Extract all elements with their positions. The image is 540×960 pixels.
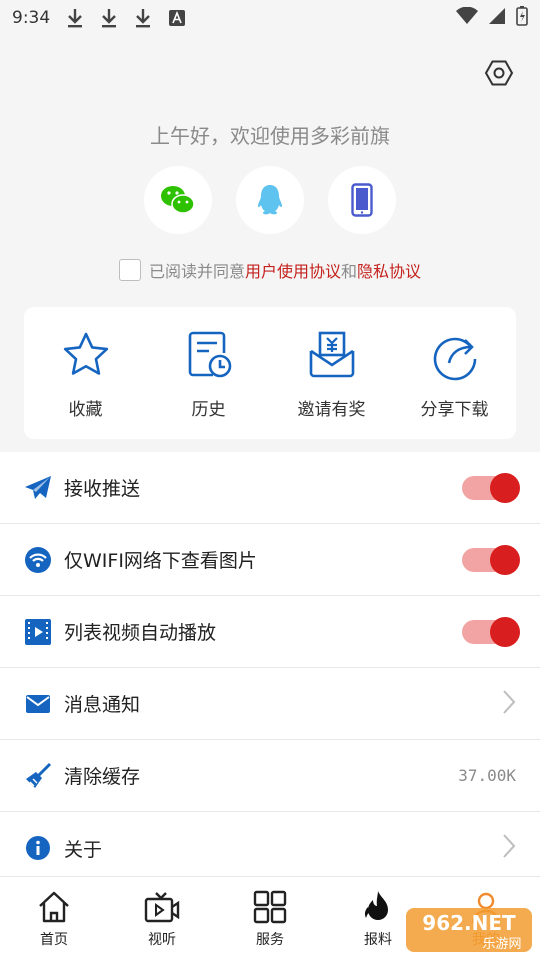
download-icon bbox=[132, 8, 154, 28]
invite-reward-label: 邀请有奖 bbox=[297, 400, 366, 420]
invite-reward-button[interactable]: 邀请有奖 bbox=[270, 307, 393, 439]
history-button[interactable]: 历史 bbox=[147, 307, 270, 439]
share-download-label: 分享下载 bbox=[420, 400, 489, 420]
chevron-right-icon bbox=[502, 689, 516, 719]
wifi-signal-icon bbox=[456, 6, 478, 30]
tab-home-label: 首页 bbox=[40, 932, 68, 948]
receive-push-label: 接收推送 bbox=[64, 478, 141, 500]
clear-cache-label: 清除缓存 bbox=[64, 766, 141, 788]
notifications-row[interactable]: 消息通知 bbox=[0, 668, 540, 740]
tab-home[interactable]: 首页 bbox=[0, 877, 108, 960]
settings-list: 接收推送 仅WIFI网络下查看图片 列表视频自动播放 消息通知 清除缓存 37.… bbox=[0, 452, 540, 884]
home-icon bbox=[39, 891, 69, 923]
autoplay-video-row[interactable]: 列表视频自动播放 bbox=[0, 596, 540, 668]
favorites-label: 收藏 bbox=[68, 400, 103, 420]
user-agreement-link[interactable]: 用户使用协议 bbox=[245, 258, 341, 282]
tab-services-label: 服务 bbox=[256, 932, 284, 948]
grid-icon bbox=[253, 890, 287, 924]
wifi-images-label: 仅WIFI网络下查看图片 bbox=[64, 550, 257, 572]
login-options bbox=[0, 166, 540, 234]
paper-plane-icon bbox=[24, 474, 52, 502]
tab-video-label: 视听 bbox=[148, 932, 176, 948]
receive-push-toggle[interactable] bbox=[462, 472, 520, 503]
phone-login-button[interactable] bbox=[328, 166, 396, 234]
tab-video[interactable]: 视听 bbox=[108, 877, 216, 960]
star-icon bbox=[63, 332, 108, 375]
wechat-icon bbox=[161, 186, 195, 214]
wifi-icon bbox=[24, 546, 52, 574]
agreement-checkbox[interactable] bbox=[118, 259, 141, 281]
watermark-brand: 962.NET bbox=[422, 911, 516, 935]
fire-icon bbox=[364, 891, 388, 920]
agreement-prefix: 已阅读并同意 bbox=[148, 262, 245, 281]
greeting-text: 上午好，欢迎使用多彩前旗 bbox=[150, 124, 390, 148]
receive-push-row[interactable]: 接收推送 bbox=[0, 452, 540, 524]
share-icon bbox=[433, 337, 476, 381]
text-input-notification-icon bbox=[166, 10, 188, 26]
video-icon bbox=[24, 618, 52, 646]
share-download-button[interactable]: 分享下载 bbox=[393, 307, 516, 439]
cache-size-value: 37.00K bbox=[458, 766, 516, 785]
autoplay-video-label: 列表视频自动播放 bbox=[64, 622, 217, 644]
watermark-logo: 962.NET 乐游网 bbox=[404, 904, 534, 956]
wifi-images-row[interactable]: 仅WIFI网络下查看图片 bbox=[0, 524, 540, 596]
clear-cache-row[interactable]: 清除缓存 37.00K bbox=[0, 740, 540, 812]
notifications-label: 消息通知 bbox=[64, 694, 141, 716]
autoplay-video-toggle[interactable] bbox=[462, 616, 520, 647]
battery-icon bbox=[516, 5, 528, 31]
agreement-and: 和 bbox=[341, 262, 358, 281]
tab-services[interactable]: 服务 bbox=[216, 877, 324, 960]
privacy-policy-link[interactable]: 隐私协议 bbox=[357, 258, 421, 282]
mail-icon bbox=[24, 690, 52, 718]
info-icon bbox=[24, 834, 52, 862]
settings-gear-icon[interactable] bbox=[484, 58, 514, 88]
tab-report-label: 报料 bbox=[364, 932, 392, 948]
about-row[interactable]: 关于 bbox=[0, 812, 540, 884]
download-icon bbox=[64, 8, 86, 28]
wechat-login-button[interactable] bbox=[144, 166, 212, 234]
qq-icon bbox=[258, 185, 282, 215]
favorites-button[interactable]: 收藏 bbox=[24, 307, 147, 439]
status-time: 9:34 bbox=[12, 8, 51, 28]
history-label: 历史 bbox=[191, 400, 226, 420]
phone-icon bbox=[351, 183, 373, 217]
quick-actions-card: 收藏 历史 邀请有奖 分享下载 bbox=[24, 307, 516, 439]
wifi-images-toggle[interactable] bbox=[462, 544, 520, 575]
cell-signal-icon bbox=[488, 7, 506, 30]
invite-reward-icon bbox=[309, 331, 354, 378]
download-icon bbox=[98, 8, 120, 28]
chevron-right-icon bbox=[502, 833, 516, 863]
tv-icon bbox=[144, 892, 180, 923]
history-icon bbox=[188, 331, 231, 378]
status-bar: 9:34 bbox=[0, 0, 540, 36]
agreement-row: 已阅读并同意 用户使用协议 和 隐私协议 bbox=[0, 258, 540, 282]
broom-icon bbox=[24, 762, 52, 790]
qq-login-button[interactable] bbox=[236, 166, 304, 234]
watermark-sub: 乐游网 bbox=[482, 937, 521, 952]
about-label: 关于 bbox=[64, 838, 103, 861]
